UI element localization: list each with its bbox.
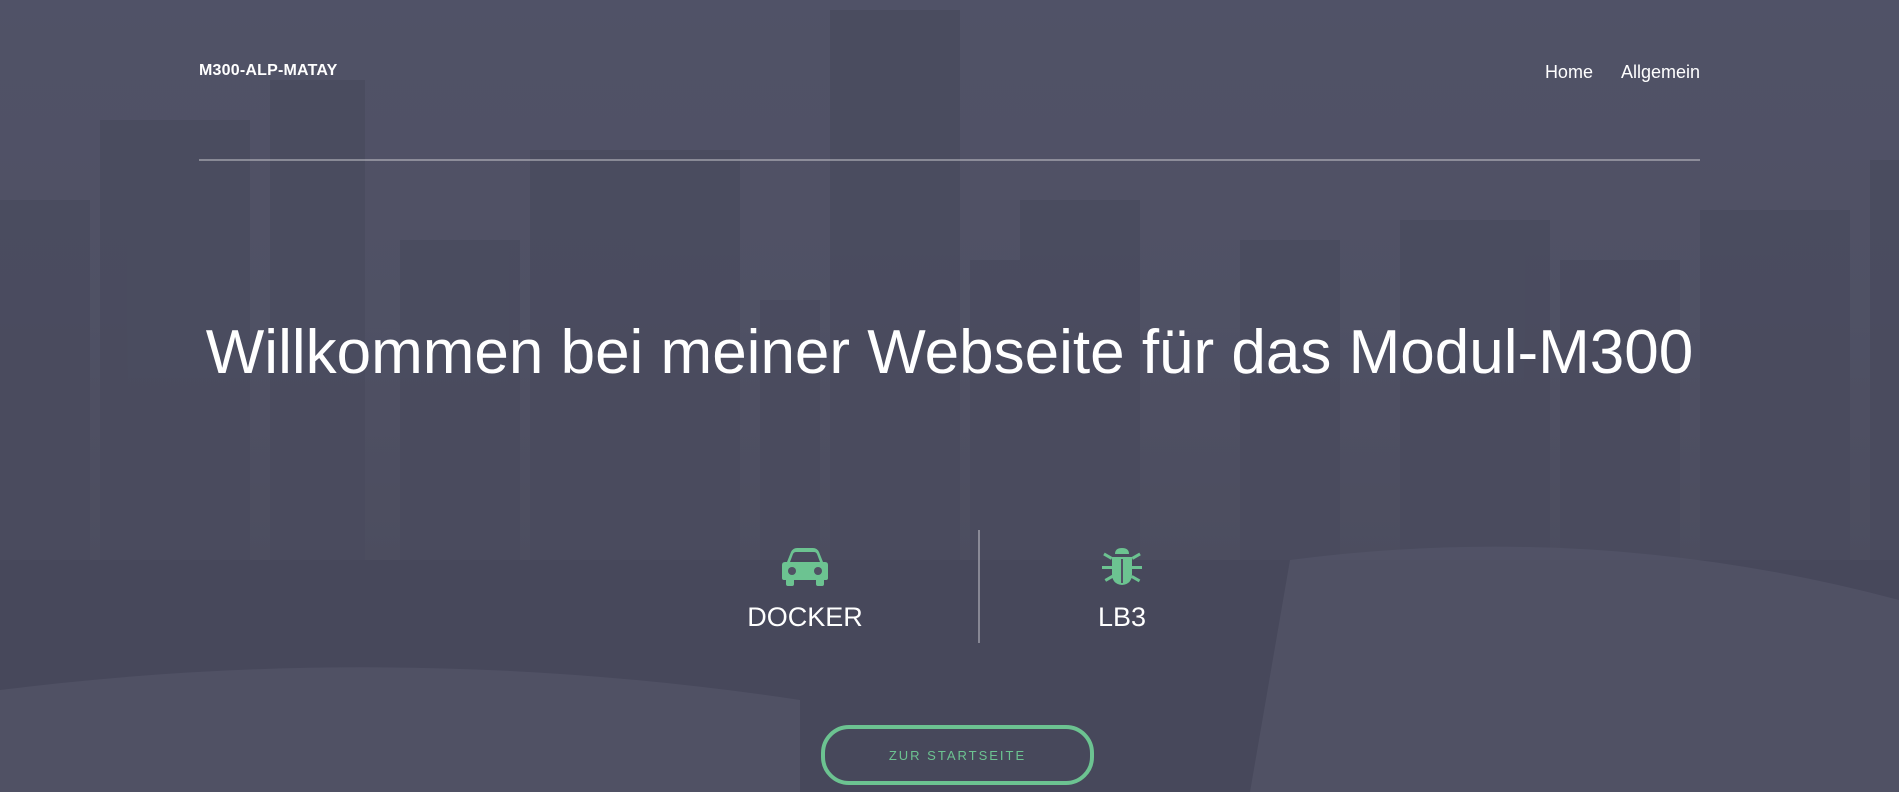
- hero-title: Willkommen bei meiner Webseite für das M…: [205, 318, 1694, 387]
- feature-divider: [978, 530, 980, 643]
- car-icon: [781, 546, 829, 586]
- site-header: M300-ALP-MATAY Home Allgemein: [199, 0, 1700, 162]
- feature-list: DOCKER LB3: [0, 530, 1899, 645]
- header-divider: [199, 159, 1700, 161]
- nav-link-home[interactable]: Home: [1545, 62, 1593, 83]
- feature-lb3[interactable]: LB3: [1022, 530, 1222, 633]
- feature-docker[interactable]: DOCKER: [705, 530, 905, 633]
- feature-label-lb3: LB3: [1097, 602, 1147, 632]
- bug-icon: [1098, 546, 1146, 586]
- feature-label-docker: DOCKER: [747, 602, 863, 632]
- main-nav: Home Allgemein: [1545, 62, 1700, 83]
- brand-logo-link[interactable]: M300-ALP-MATAY: [199, 62, 338, 80]
- start-page-button[interactable]: ZUR STARTSEITE: [821, 725, 1094, 785]
- nav-link-allgemein[interactable]: Allgemein: [1621, 62, 1700, 83]
